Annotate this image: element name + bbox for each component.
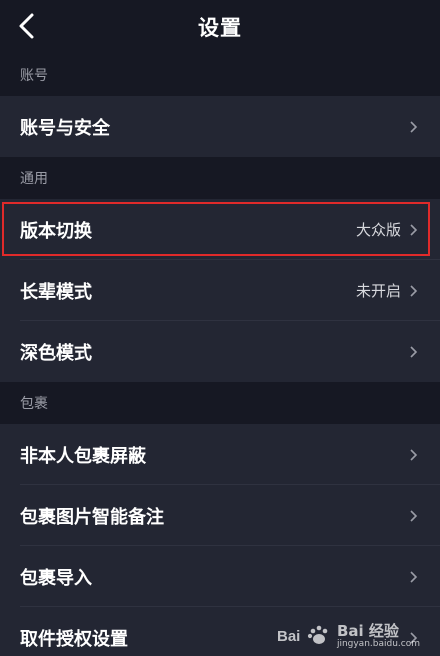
chevron-right-icon xyxy=(410,120,418,133)
watermark-url: jingyan.baidu.com xyxy=(336,638,420,649)
chevron-right-icon xyxy=(410,570,418,583)
svg-text:Bai: Bai xyxy=(277,628,300,645)
row-dark-mode[interactable]: 深色模式 xyxy=(0,321,440,382)
nav-bar: 设置 xyxy=(0,0,440,54)
row-label: 版本切换 xyxy=(20,220,92,242)
baidu-jingyan-watermark: Bai Bai 经验 jingyan.baidu.com xyxy=(277,622,420,650)
row-elder-mode[interactable]: 长辈模式 未开启 xyxy=(0,260,440,321)
row-package-image-note[interactable]: 包裹图片智能备注 xyxy=(0,485,440,546)
row-package-import[interactable]: 包裹导入 xyxy=(0,546,440,607)
row-label: 非本人包裹屏蔽 xyxy=(20,445,146,467)
chevron-right-icon xyxy=(410,509,418,522)
back-arrow-icon[interactable] xyxy=(14,12,42,40)
row-label: 包裹图片智能备注 xyxy=(20,506,164,528)
chevron-right-icon xyxy=(410,448,418,461)
row-label: 深色模式 xyxy=(20,342,92,364)
chevron-right-icon xyxy=(410,223,418,236)
row-value: 未开启 xyxy=(355,282,401,300)
chevron-right-icon xyxy=(410,284,418,297)
row-package-block[interactable]: 非本人包裹屏蔽 xyxy=(0,424,440,485)
chevron-right-icon xyxy=(410,345,418,358)
row-label: 长辈模式 xyxy=(20,281,92,303)
row-version-switch[interactable]: 版本切换 大众版 xyxy=(0,199,440,260)
baidu-logo-icon: Bai xyxy=(277,625,328,645)
row-label: 包裹导入 xyxy=(20,567,92,589)
row-value: 大众版 xyxy=(355,221,401,239)
section-header-general: 通用 xyxy=(0,157,440,199)
watermark-brand: Bai 经验 xyxy=(336,621,399,640)
row-label: 账号与安全 xyxy=(20,117,110,139)
group-general: 版本切换 大众版 长辈模式 未开启 深色模式 xyxy=(0,199,440,382)
section-header-package: 包裹 xyxy=(0,382,440,424)
row-account-security[interactable]: 账号与安全 xyxy=(0,96,440,157)
section-header-account: 账号 xyxy=(0,54,440,96)
page-title: 设置 xyxy=(198,16,242,40)
group-account: 账号与安全 xyxy=(0,96,440,157)
